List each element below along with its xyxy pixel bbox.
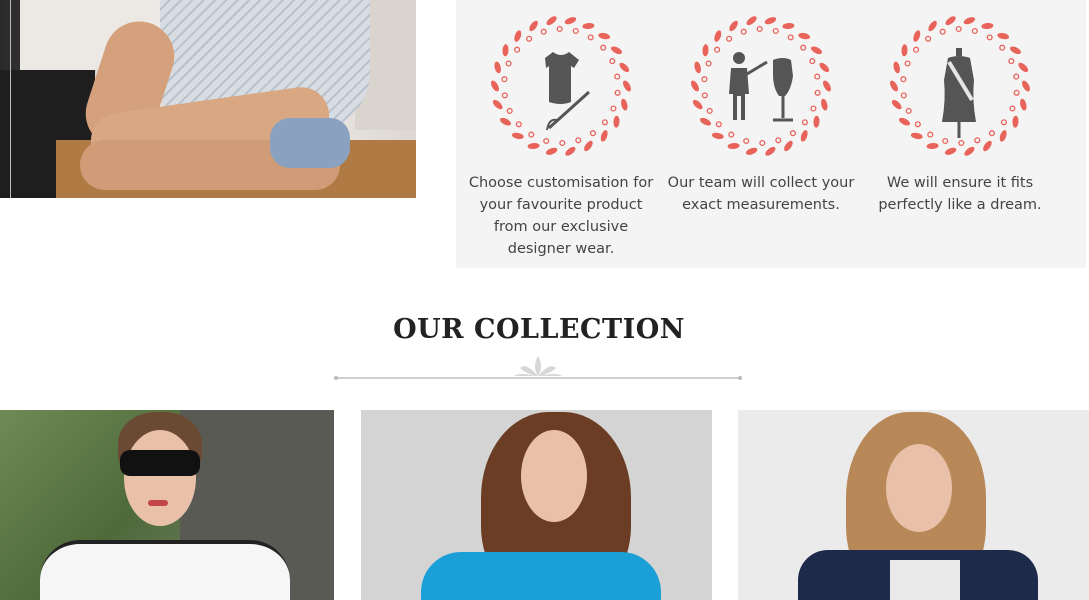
step-choose: Choose customisation for your favourite … [461, 10, 661, 260]
customisation-steps: Choose customisation for your favourite … [456, 0, 1086, 268]
step-text: Our team will collect your exact measure… [667, 175, 855, 213]
step-measure: Our team will collect your exact measure… [661, 10, 861, 216]
tshirt-needle-icon [491, 16, 631, 156]
step-text: Choose customisation for your favourite … [468, 175, 654, 257]
product-card-1[interactable] [0, 410, 334, 600]
section-title: OUR COLLECTION [393, 314, 685, 345]
product-card-2[interactable] [361, 410, 712, 600]
step-fit: We will ensure it fits perfectly like a … [860, 10, 1060, 216]
dress-form-icon [890, 16, 1030, 156]
step-text: We will ensure it fits perfectly like a … [878, 175, 1042, 213]
lotus-divider [334, 356, 742, 380]
hero-image [0, 0, 416, 198]
product-card-3[interactable] [738, 410, 1089, 600]
tailor-mannequin-icon [691, 16, 831, 156]
